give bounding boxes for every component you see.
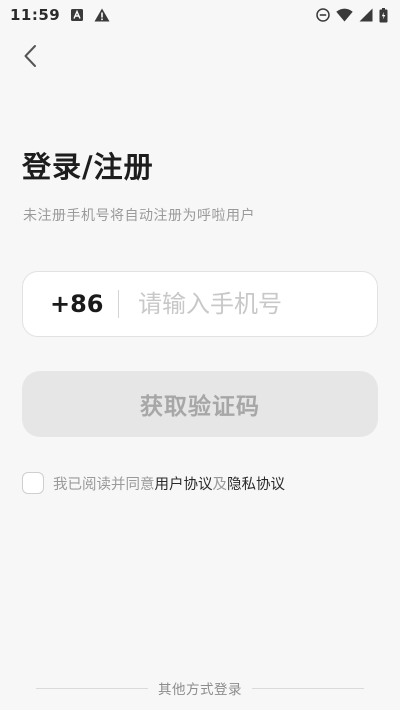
battery-icon xyxy=(379,7,388,23)
privacy-policy-link[interactable]: 隐私协议 xyxy=(227,473,285,494)
status-left: 11:59 xyxy=(10,6,110,24)
chevron-left-icon xyxy=(23,44,37,68)
agreement-checkbox[interactable] xyxy=(22,472,44,494)
other-login-divider: 其他方式登录 xyxy=(36,678,364,698)
back-button[interactable] xyxy=(14,40,46,72)
user-agreement-link[interactable]: 用户协议 xyxy=(155,473,213,494)
do-not-disturb-icon xyxy=(316,8,330,22)
agreement-row: 我已阅读并同意 用户协议 及 隐私协议 xyxy=(22,471,285,495)
divider-line-right xyxy=(252,687,364,689)
page-subtitle: 未注册手机号将自动注册为呼啦用户 xyxy=(23,208,255,224)
agreement-conjunction: 及 xyxy=(212,476,228,493)
agreement-prefix: 我已阅读并同意 xyxy=(53,476,155,493)
divider-line-left xyxy=(36,687,148,689)
country-code-selector[interactable]: +86 xyxy=(50,290,104,318)
wifi-icon xyxy=(336,8,353,22)
status-bar: 11:59 xyxy=(0,0,400,30)
get-verification-code-button[interactable]: 获取验证码 xyxy=(22,371,378,437)
input-divider xyxy=(117,290,120,318)
a-notification-icon xyxy=(70,8,84,22)
status-time: 11:59 xyxy=(10,6,61,24)
warning-icon xyxy=(94,8,110,22)
phone-input-box: +86 xyxy=(22,271,378,337)
signal-icon xyxy=(359,8,373,22)
phone-input[interactable] xyxy=(138,290,359,318)
other-login-label[interactable]: 其他方式登录 xyxy=(158,678,242,698)
page-title: 登录/注册 xyxy=(22,150,154,184)
status-right xyxy=(316,7,388,23)
